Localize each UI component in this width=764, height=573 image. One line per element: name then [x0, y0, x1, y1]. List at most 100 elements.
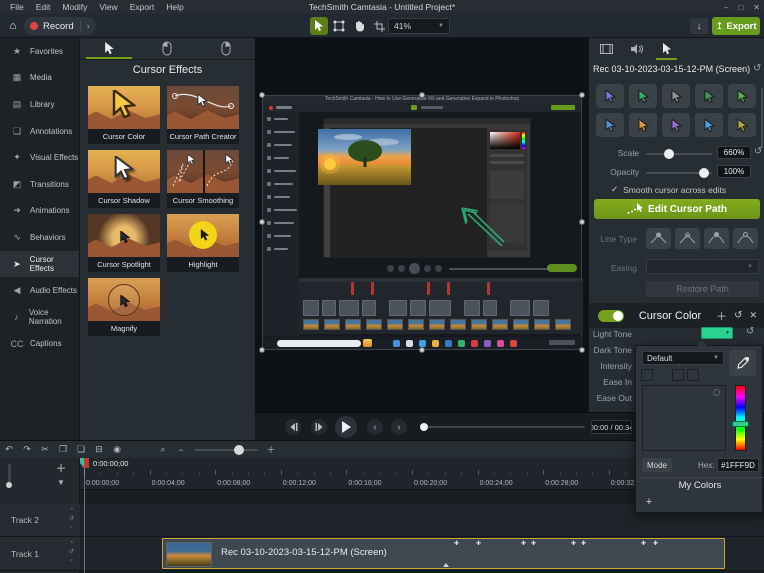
cursor-effect-marker-icon[interactable]: ✚ [521, 540, 526, 547]
restore-path-button[interactable]: Restore Path [646, 281, 759, 297]
collapse-tracks-icon[interactable]: ▼ [52, 476, 70, 488]
line-type-button-1[interactable] [646, 228, 671, 249]
resize-handle[interactable] [259, 219, 265, 225]
effect-cursor-smoothing[interactable]: Cursor Smoothing [167, 150, 239, 208]
tab-mouse-left-click[interactable] [138, 38, 196, 59]
step-forward-button[interactable] [311, 419, 327, 435]
playhead-line[interactable] [84, 468, 85, 573]
mode-button[interactable]: Mode [642, 458, 672, 472]
edit-cursor-path-button[interactable]: Edit Cursor Path [594, 199, 760, 219]
scale-value[interactable]: 660% [717, 146, 751, 159]
sidebar-item-annotations[interactable]: ❏ Annotations [0, 118, 79, 145]
resize-handle[interactable] [579, 92, 585, 98]
tab-audio-properties[interactable] [623, 38, 650, 60]
pan-hand-tool-button[interactable] [350, 17, 368, 35]
scrubber-handle[interactable] [420, 423, 428, 431]
split-icon[interactable]: ⊟ [90, 444, 108, 455]
cursor-style-tile[interactable] [695, 84, 723, 108]
cursor-effect-marker-icon[interactable]: ✚ [476, 540, 481, 547]
track-1-lane[interactable]: Rec 03-10-2023-03-15-12-PM (Screen) ✚✚✚✚… [80, 537, 764, 571]
cursor-style-tile[interactable] [662, 84, 690, 108]
preset-dropdown[interactable]: Default ▼ [642, 351, 724, 365]
cursor-style-tile[interactable] [629, 84, 657, 108]
sidebar-item-library[interactable]: ▤ Library [0, 91, 79, 118]
tab-cursor-arrow[interactable] [80, 38, 138, 59]
clip-keyframe-flag[interactable] [443, 563, 449, 567]
opacity-slider[interactable] [646, 172, 712, 174]
color-cursor[interactable] [713, 389, 720, 396]
swatch-gray[interactable] [672, 369, 684, 381]
cursor-effect-marker-icon[interactable]: ✚ [571, 540, 576, 547]
zoom-level-select[interactable]: 41% ▼ [388, 18, 450, 34]
paste-icon[interactable]: ❏ [72, 444, 90, 455]
selection-tool-button[interactable] [310, 17, 328, 35]
undo-icon[interactable]: ↶ [0, 444, 18, 455]
tab-cursor-properties[interactable] [653, 38, 680, 60]
line-type-button-4[interactable] [733, 228, 758, 249]
playhead[interactable] [80, 458, 90, 468]
cursor-style-tile[interactable] [596, 113, 624, 137]
tab-mouse-right-click[interactable] [197, 38, 255, 59]
cursor-effect-marker-icon[interactable]: ✚ [581, 540, 586, 547]
sidebar-item-favorites[interactable]: ★ Favorites [0, 38, 79, 65]
download-icon[interactable]: ↓ [690, 18, 708, 34]
reset-icon[interactable]: ↺ [753, 63, 761, 74]
play-button[interactable] [335, 416, 357, 438]
export-button[interactable]: ↥ Export [712, 17, 760, 35]
line-type-button-2[interactable] [675, 228, 700, 249]
cursor-style-tile[interactable] [662, 113, 690, 137]
previous-marker-button[interactable]: ‹ [367, 419, 383, 435]
home-icon[interactable]: ⌂ [5, 18, 21, 34]
reset-icon[interactable]: ↺ [734, 310, 742, 321]
cursor-color-toggle[interactable] [598, 310, 624, 322]
video-preview-frame[interactable]: TechSmith Camtasia - How to Use Generati… [262, 95, 582, 350]
effect-cursor-spotlight[interactable]: Cursor Spotlight [88, 214, 160, 272]
swatch-white[interactable] [641, 369, 653, 381]
resize-handle[interactable] [579, 347, 585, 353]
track-height-knob[interactable] [6, 482, 12, 488]
scale-slider[interactable] [646, 153, 712, 155]
screen-recording-clip[interactable]: Rec 03-10-2023-03-15-12-PM (Screen) ✚✚✚✚… [162, 538, 725, 569]
sidebar-item-animations[interactable]: ➜ Animations [0, 198, 79, 225]
swatch-olive[interactable] [687, 369, 699, 381]
next-marker-button[interactable]: › [391, 419, 407, 435]
tab-media-properties[interactable] [593, 38, 620, 60]
sidebar-item-behaviors[interactable]: ∿ Behaviors [0, 224, 79, 251]
track-header-1[interactable]: Track 1 ◔↺▫ [0, 537, 80, 571]
cursor-style-tile[interactable] [629, 113, 657, 137]
record-button[interactable]: Record › [24, 17, 96, 35]
light-tone-color-swatch[interactable]: ▼ [701, 327, 733, 339]
eyedropper-button[interactable] [729, 350, 756, 376]
resize-handle[interactable] [419, 92, 425, 98]
hex-value-field[interactable]: #1FFF9D [717, 458, 759, 472]
maximize-icon[interactable]: □ [738, 3, 743, 12]
timeline-zoom-slider[interactable] [194, 449, 258, 451]
track-visibility-icon[interactable]: ◔ [69, 506, 74, 515]
track-loop-icon[interactable]: ↺ [69, 548, 74, 557]
track-lock-icon[interactable]: ▫ [69, 557, 74, 566]
cursor-style-tile[interactable] [596, 84, 624, 108]
add-icon[interactable]: ＋ [716, 308, 727, 324]
cut-icon[interactable]: ✂ [36, 444, 54, 455]
effect-highlight[interactable]: Highlight [167, 214, 239, 272]
transform-tool-button[interactable] [330, 17, 348, 35]
effect-magnify[interactable]: Magnify [88, 278, 160, 336]
step-backward-button[interactable] [285, 419, 301, 435]
timeline-zoom-icon[interactable]: ⌕ [154, 444, 172, 455]
smooth-cursor-checkbox[interactable]: ✓ Smooth cursor across edits [611, 184, 726, 195]
sidebar-item-media[interactable]: ▦ Media [0, 65, 79, 92]
track-visibility-icon[interactable]: ◔ [69, 539, 74, 548]
scrollbar[interactable] [761, 88, 763, 148]
scale-reset-icon[interactable]: ↺ [754, 146, 762, 157]
sidebar-item-transitions[interactable]: ◩ Transitions [0, 171, 79, 198]
line-type-button-3[interactable] [704, 228, 729, 249]
cursor-style-tile[interactable] [728, 84, 756, 108]
opacity-value[interactable]: 100% [717, 165, 751, 178]
record-chevron-icon[interactable]: › [87, 21, 90, 32]
close-icon[interactable]: ✕ [749, 310, 757, 321]
cursor-effect-marker-icon[interactable]: ✚ [653, 540, 658, 547]
camera-icon[interactable]: ◉ [108, 444, 126, 455]
track-loop-icon[interactable]: ↺ [69, 515, 74, 524]
copy-icon[interactable]: ❐ [54, 444, 72, 455]
effect-cursor-color[interactable]: Cursor Color [88, 86, 160, 144]
